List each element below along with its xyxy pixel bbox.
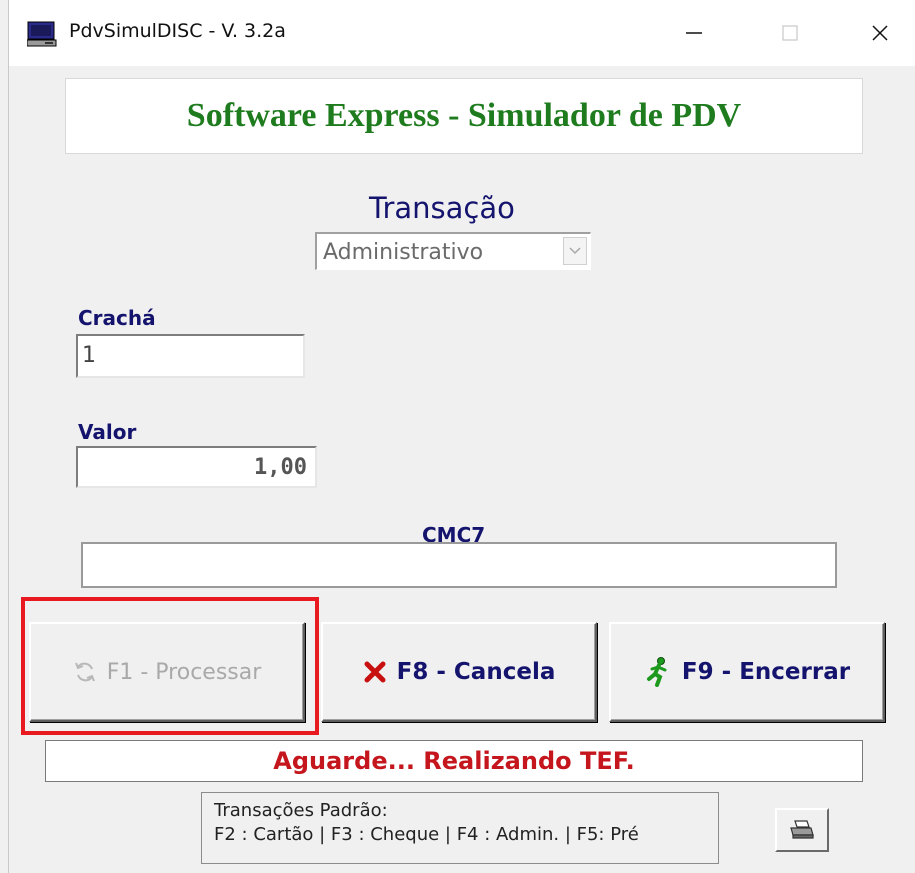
computer-icon (26, 21, 57, 47)
close-button[interactable] (857, 12, 903, 54)
minimize-icon (686, 32, 702, 34)
client-area: Software Express - Simulador de PDV Tran… (9, 66, 915, 873)
maximize-button[interactable] (767, 12, 813, 54)
app-header-title: Software Express - Simulador de PDV (65, 78, 863, 154)
cracha-value: 1 (82, 343, 96, 368)
hint-title: Transações Padrão: (214, 800, 388, 821)
minimize-button[interactable] (671, 12, 717, 54)
cracha-label: Crachá (78, 306, 156, 330)
encerrar-button[interactable]: F9 - Encerrar (609, 622, 885, 722)
cracha-input[interactable]: 1 (76, 334, 305, 378)
cmc7-input[interactable] (81, 542, 837, 588)
printer-icon (790, 820, 814, 839)
title-bar[interactable]: PdvSimulDISC - V. 3.2a (9, 0, 915, 66)
valor-input[interactable]: 1,00 (76, 446, 317, 488)
hint-shortcuts: F2 : Cartão | F3 : Cheque | F4 : Admin. … (214, 824, 639, 845)
status-message: Aguarde... Realizando TEF. (45, 740, 863, 782)
valor-value: 1,00 (254, 455, 307, 480)
running-man-icon (646, 657, 667, 687)
cancela-label: F8 - Cancela (396, 659, 556, 685)
dropdown-button[interactable] (563, 237, 587, 265)
transacao-label: Transação (369, 191, 515, 225)
transacao-select[interactable]: Administrativo (315, 232, 591, 270)
transacao-selected-value: Administrativo (323, 240, 484, 265)
hint-panel: Transações Padrão: F2 : Cartão | F3 : Ch… (201, 792, 719, 864)
window-title: PdvSimulDISC - V. 3.2a (69, 20, 286, 42)
valor-label: Valor (78, 420, 137, 444)
chevron-down-icon (569, 247, 581, 255)
print-button[interactable] (775, 808, 829, 852)
cancela-button[interactable]: F8 - Cancela (321, 622, 597, 722)
encerrar-label: F9 - Encerrar (681, 659, 851, 685)
highlight-box (21, 597, 319, 735)
red-x-icon (364, 661, 386, 683)
close-icon (872, 25, 888, 41)
maximize-icon (782, 25, 798, 41)
